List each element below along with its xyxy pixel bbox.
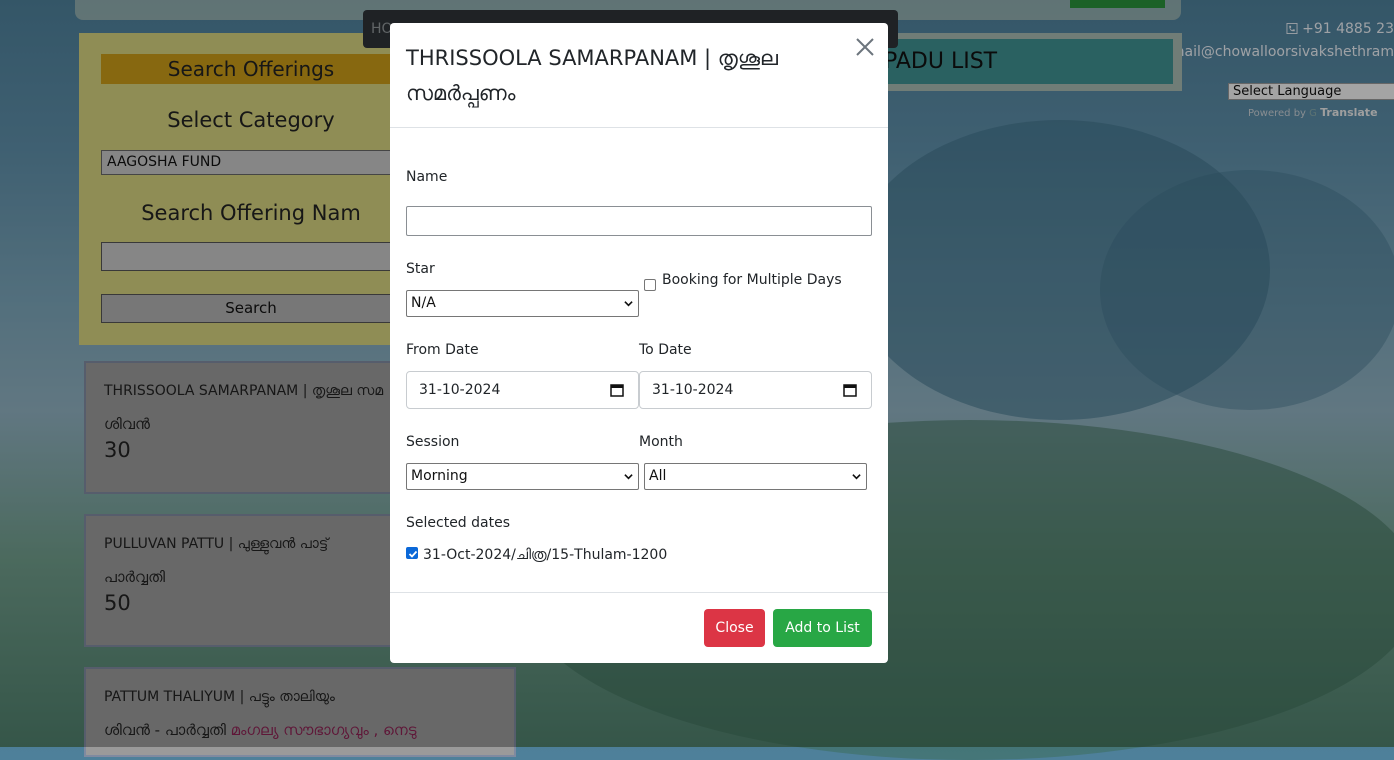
add-to-list-button[interactable]: Add to List (773, 609, 872, 647)
modal-footer-divider (390, 592, 888, 593)
selected-dates-label: Selected dates (406, 515, 511, 531)
selected-date-checkbox[interactable] (406, 547, 418, 559)
to-date-value: 31-10-2024 (652, 382, 734, 398)
star-select-value: N/A (411, 295, 436, 311)
month-label: Month (639, 434, 683, 450)
chevron-down-icon (624, 474, 633, 480)
from-date-label: From Date (406, 342, 479, 358)
close-button[interactable]: Close (704, 609, 765, 647)
session-select-value: Morning (411, 468, 468, 484)
to-date-input[interactable]: 31-10-2024 (639, 371, 872, 409)
close-icon[interactable] (853, 35, 877, 59)
calendar-icon[interactable] (610, 383, 624, 397)
from-date-input[interactable]: 31-10-2024 (406, 371, 639, 409)
from-date-value: 31-10-2024 (419, 382, 501, 398)
multiple-days-label: Booking for Multiple Days (662, 272, 842, 288)
month-select[interactable]: All (644, 463, 867, 490)
multiple-days-checkbox[interactable] (644, 279, 656, 291)
chevron-down-icon (624, 301, 633, 307)
modal-header-divider (390, 127, 888, 128)
star-select[interactable]: N/A (406, 290, 639, 317)
booking-modal: THRISSOOLA SAMARPANAM | തൃശൂല സമർപ്പണം N… (390, 23, 888, 663)
month-select-value: All (649, 468, 667, 484)
calendar-icon[interactable] (843, 383, 857, 397)
name-label: Name (406, 169, 448, 185)
star-label: Star (406, 261, 435, 277)
checkmark-icon (408, 550, 418, 558)
session-label: Session (406, 434, 460, 450)
modal-title: THRISSOOLA SAMARPANAM | തൃശൂല സമർപ്പണം (406, 46, 778, 105)
name-input[interactable] (406, 206, 872, 236)
to-date-label: To Date (639, 342, 692, 358)
selected-date-label: 31-Oct-2024/ചിത്ര/15-Thulam-1200 (423, 547, 668, 563)
chevron-down-icon (852, 474, 861, 480)
session-select[interactable]: Morning (406, 463, 639, 490)
